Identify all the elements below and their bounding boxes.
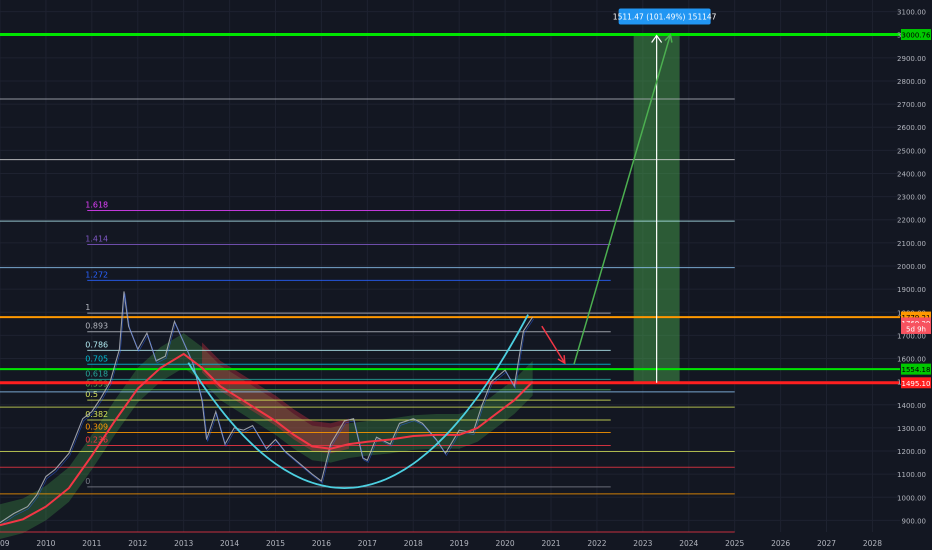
measure-label-text: 1511.47 (101.49%) 151147 xyxy=(613,13,717,22)
fib-level-label: 0.705 xyxy=(85,354,108,363)
x-tick-label: 2014 xyxy=(220,539,239,548)
y-tick-label: 1100.00 xyxy=(897,471,926,479)
fib-level-label: 0.618 xyxy=(85,369,108,378)
x-tick-label: 2019 xyxy=(450,539,469,548)
y-tick-label: 2100.00 xyxy=(897,240,926,248)
x-tick-label: 2021 xyxy=(541,539,560,548)
y-tick-label: 2400.00 xyxy=(897,170,926,178)
x-tick-label: 2011 xyxy=(82,539,101,548)
fill-layer xyxy=(0,34,680,539)
x-tick-label: 2009 xyxy=(0,539,10,548)
price-chart[interactable]: 00.2360.3090.3820.50.5590.6180.7050.7860… xyxy=(0,0,932,550)
fib-level-label: 0.309 xyxy=(85,423,108,432)
x-tick-label: 2017 xyxy=(358,539,377,548)
x-tick-label: 2016 xyxy=(312,539,331,548)
x-tick-label: 2010 xyxy=(36,539,55,548)
grid-layer xyxy=(0,0,900,532)
x-tick-label: 2018 xyxy=(404,539,423,548)
fib-level-label: 1.272 xyxy=(85,270,108,279)
price-tag-text: 5d 9h xyxy=(906,325,926,333)
x-tick-label: 2026 xyxy=(771,539,790,548)
x-tick-label: 2015 xyxy=(266,539,285,548)
y-tick-label: 2300.00 xyxy=(897,194,926,202)
y-tick-label: 1300.00 xyxy=(897,425,926,433)
y-tick-label: 900.00 xyxy=(902,517,927,525)
x-tick-label: 2012 xyxy=(128,539,147,548)
fib-level-label: 1 xyxy=(85,303,90,312)
y-tick-label: 1900.00 xyxy=(897,286,926,294)
y-tick-label: 2700.00 xyxy=(897,101,926,109)
price-tag-text: 3000.76 xyxy=(902,32,931,40)
x-tick-label: 2028 xyxy=(863,539,882,548)
x-tick-label: 2025 xyxy=(725,539,744,548)
y-tick-label: 1200.00 xyxy=(897,448,926,456)
y-tick-label: 1400.00 xyxy=(897,402,926,410)
x-tick-label: 2023 xyxy=(633,539,652,548)
price-tag-text: 1554.18 xyxy=(902,366,931,374)
fib-level-label: 0.786 xyxy=(85,340,108,349)
fib-level-label: 1.618 xyxy=(85,200,108,209)
x-tick-label: 2013 xyxy=(174,539,193,548)
y-tick-label: 1000.00 xyxy=(897,494,926,502)
price-tag-text: 1495.10 xyxy=(902,380,931,388)
y-tick-label: 2500.00 xyxy=(897,147,926,155)
y-tick-label: 2200.00 xyxy=(897,217,926,225)
fib-level-label: 0 xyxy=(85,477,90,486)
y-tick-label: 2000.00 xyxy=(897,263,926,271)
y-tick-label: 1600.00 xyxy=(897,356,926,364)
overlay-layer: 1511.47 (101.49%) 151147 xyxy=(541,8,717,383)
fib-level-label: 1.414 xyxy=(85,234,108,243)
x-tick-label: 2022 xyxy=(587,539,606,548)
y-tick-label: 2800.00 xyxy=(897,78,926,86)
levels-layer: 00.2360.3090.3820.50.5590.6180.7050.7860… xyxy=(0,33,900,533)
fib-level-label: 0.893 xyxy=(85,322,108,331)
y-tick-label: 2600.00 xyxy=(897,124,926,132)
y-tick-label: 2900.00 xyxy=(897,55,926,63)
x-tick-label: 2027 xyxy=(817,539,836,548)
chart-root: 00.2360.3090.3820.50.5590.6180.7050.7860… xyxy=(0,0,932,550)
x-tick-label: 2020 xyxy=(496,539,515,548)
x-tick-label: 2024 xyxy=(679,539,698,548)
y-tick-label: 3100.00 xyxy=(897,9,926,17)
